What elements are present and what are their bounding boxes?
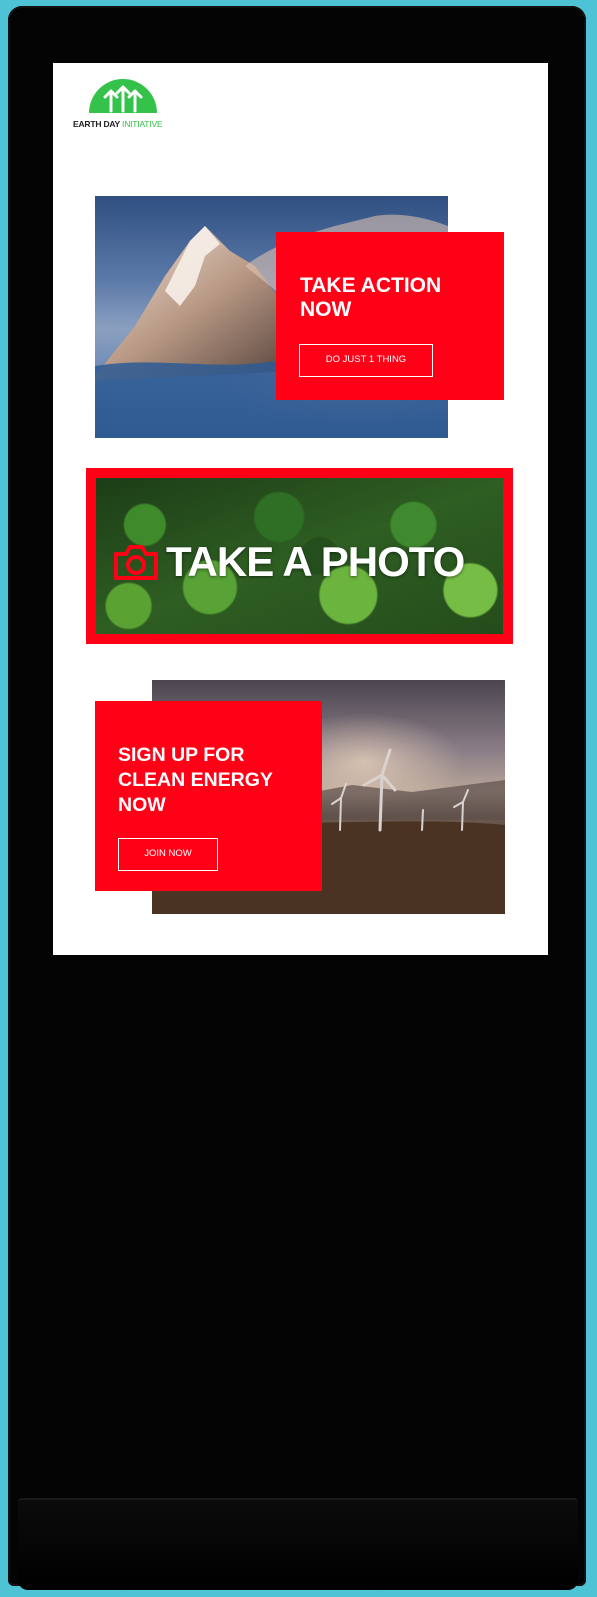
kiosk-base — [18, 1498, 578, 1590]
take-action-title: TAKE ACTION NOW — [300, 274, 442, 321]
camera-icon — [114, 545, 158, 580]
logo-text-accent: INITIATIVE — [122, 119, 163, 129]
logo-text: EARTH DAY INITIATIVE — [73, 119, 163, 129]
do-just-1-thing-button[interactable]: DO JUST 1 THING — [299, 344, 433, 377]
take-photo-card[interactable]: TAKE A PHOTO — [86, 468, 513, 644]
take-photo-label[interactable]: TAKE A PHOTO — [112, 538, 465, 586]
forest-image: TAKE A PHOTO — [96, 478, 503, 634]
kiosk-screen: EARTH DAY INITIATIVE TAKE ACTION NOW DO … — [53, 63, 548, 955]
logo-arrows-icon — [89, 79, 157, 113]
take-photo-title: TAKE A PHOTO — [166, 538, 465, 585]
join-now-button[interactable]: JOIN NOW — [118, 838, 218, 871]
take-action-panel: TAKE ACTION NOW DO JUST 1 THING — [276, 232, 504, 400]
logo-text-main: EARTH DAY — [73, 119, 120, 129]
earth-day-logo: EARTH DAY INITIATIVE — [73, 79, 183, 139]
clean-energy-panel: SIGN UP FOR CLEAN ENERGY NOW JOIN NOW — [95, 701, 322, 891]
clean-energy-title: SIGN UP FOR CLEAN ENERGY NOW — [118, 744, 273, 816]
